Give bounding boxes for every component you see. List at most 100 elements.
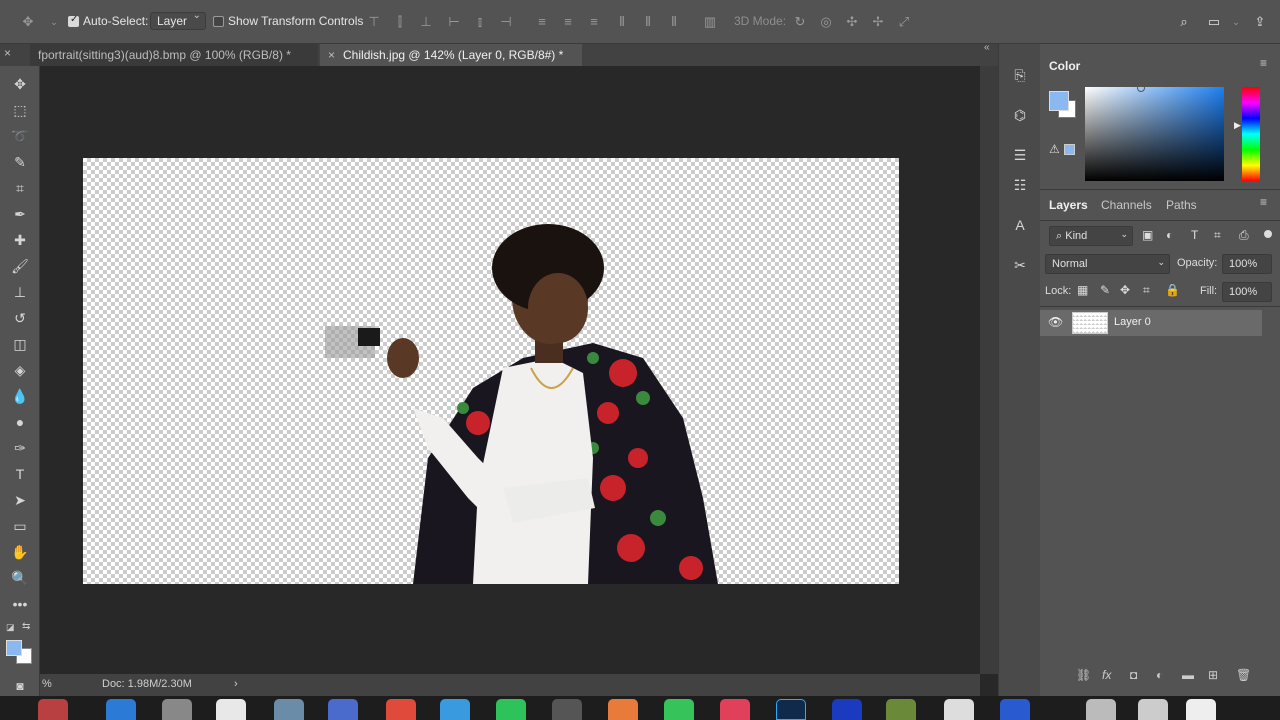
dock-app-settings-icon[interactable] [162,699,192,720]
lock-position-icon[interactable]: ✥ [1120,283,1130,297]
tab-channels[interactable]: Channels [1101,198,1152,212]
move-tool-icon[interactable]: ✥ [20,14,36,30]
new-group-icon[interactable]: ▬ [1182,668,1194,682]
align-hcenter-icon[interactable]: ⫾ [472,14,488,30]
layer-name[interactable]: Layer 0 [1114,316,1151,328]
filter-adjustment-icon[interactable]: ◐ [1166,228,1173,242]
dock-app-preview-icon[interactable] [944,699,974,720]
distribute-vcenter-icon[interactable]: ≡ [560,14,576,30]
filter-toggle-icon[interactable] [1264,230,1272,238]
dock-app-calendar-icon[interactable] [216,699,246,720]
tool-presets-icon[interactable]: ✂ [1011,256,1029,274]
new-adjustment-icon[interactable]: ◐ [1156,668,1163,682]
delete-layer-icon[interactable]: 🗑 [1236,668,1251,682]
quick-mask-icon[interactable]: ◙ [10,676,30,696]
layer-row[interactable]: 👁 Layer 0 [1040,310,1262,336]
web-safe-swatch[interactable] [1064,144,1075,155]
zoom-level[interactable]: % [42,674,52,694]
filter-type-icon[interactable]: T [1191,228,1198,242]
color-panel-title[interactable]: Color [1049,59,1080,73]
align-top-icon[interactable]: ⊤ [366,14,382,30]
3d-panel-icon[interactable]: ⌬ [1011,106,1029,124]
color-picker-cursor[interactable] [1137,84,1145,92]
distribute-top-icon[interactable]: ≡ [534,14,550,30]
align-right-icon[interactable]: ⊣ [498,14,514,30]
dock-app-spotify-icon[interactable] [496,699,526,720]
blur-tool-icon[interactable]: 💧 [10,386,30,406]
align-bottom-icon[interactable]: ⊥ [418,14,434,30]
dock-app-music-icon[interactable] [720,699,750,720]
foreground-color-swatch[interactable] [6,640,22,656]
dock-app-facetime-icon[interactable] [664,699,694,720]
auto-align-icon[interactable]: ▥ [702,14,718,30]
vertical-scrollbar[interactable] [980,66,998,674]
filter-pixel-icon[interactable]: ▣ [1142,228,1153,242]
collapse-panels-icon[interactable]: « [984,42,990,53]
hand-tool-icon[interactable]: ✋ [10,542,30,562]
show-transform-checkbox[interactable]: Show Transform Controls [213,14,363,28]
close-tab-icon[interactable]: × [4,46,11,60]
dock-app-photos-app-icon[interactable] [608,699,638,720]
tab-layers[interactable]: Layers [1049,198,1088,212]
dock-app-calculator-icon[interactable] [552,699,582,720]
dock-app-launchpad-icon[interactable] [274,699,304,720]
close-tab-icon[interactable]: × [328,48,335,62]
link-layers-icon[interactable]: ⛓ [1076,668,1091,682]
auto-select-checkbox[interactable]: Auto-Select: [68,14,148,28]
eyedropper-tool-icon[interactable]: ✒ [10,204,30,224]
lock-all-icon[interactable]: 🔒 [1165,283,1180,297]
path-select-tool-icon[interactable]: ➤ [10,490,30,510]
lock-transparent-icon[interactable]: ▦ [1077,283,1088,297]
filter-kind-select[interactable]: ⌕ Kind ⌄ [1049,226,1133,246]
character-icon[interactable]: A [1011,216,1029,234]
eraser-tool-icon[interactable]: ◫ [10,334,30,354]
3d-orbit-icon[interactable]: ↻ [792,14,808,30]
dock-app-photos-icon[interactable] [38,699,68,720]
marquee-tool-icon[interactable]: ⬚ [10,100,30,120]
distribute-left-icon[interactable]: ⦀ [614,14,630,30]
auto-select-mode-select[interactable]: Layer [150,10,207,30]
dock-app-photoshop-icon[interactable] [776,699,806,720]
history-icon[interactable]: ⎘ [1011,66,1029,84]
panel-menu-icon[interactable]: ≡ [1260,56,1267,70]
distribute-bottom-icon[interactable]: ≡ [586,14,602,30]
dock-document-icon[interactable] [1186,699,1216,720]
blend-mode-select[interactable]: Normal ⌄ [1045,254,1170,274]
lasso-tool-icon[interactable]: ➰ [10,126,30,146]
panel-menu-icon[interactable]: ≡ [1260,195,1267,209]
swap-colors-icon[interactable]: ⇆ [22,621,30,632]
properties-icon[interactable]: ☷ [1011,176,1029,194]
lock-image-icon[interactable]: ✎ [1100,283,1110,297]
visibility-eye-icon[interactable]: 👁 [1048,315,1063,329]
dock-app-chrome-icon[interactable] [386,699,416,720]
align-left-icon[interactable]: ⊢ [446,14,462,30]
hue-slider[interactable] [1242,87,1260,181]
distribute-hcenter-icon[interactable]: ⦀ [640,14,656,30]
paint-bucket-tool-icon[interactable]: ◈ [10,360,30,380]
healing-brush-tool-icon[interactable]: ✚ [10,230,30,250]
move-tool-icon[interactable]: ✥ [10,74,30,94]
tab-document-2[interactable]: × Childish.jpg @ 142% (Layer 0, RGB/8#) * [320,44,582,66]
lock-artboard-icon[interactable]: ⌗ [1143,283,1150,298]
dock-app-downloads-icon[interactable] [1000,699,1030,720]
gamut-warning-icon[interactable]: ⚠ [1049,142,1060,156]
3d-scale-icon[interactable]: ⤢ [896,14,912,30]
dock-app-game-icon[interactable] [886,699,916,720]
default-colors-icon[interactable]: ◪ [6,622,16,632]
new-layer-icon[interactable]: ⊞ [1208,668,1218,682]
color-foreground-swatch[interactable] [1049,91,1069,111]
distribute-right-icon[interactable]: ⦀ [666,14,682,30]
hue-slider-handle-icon[interactable]: ▶ [1234,120,1241,131]
3d-roll-icon[interactable]: ◎ [818,14,834,30]
more-tools-icon[interactable]: ••• [10,594,30,614]
3d-pan-icon[interactable]: ✣ [844,14,860,30]
tab-document-1[interactable]: fportrait(sitting3)(aud)8.bmp @ 100% (RG… [30,44,318,66]
document-canvas[interactable] [83,158,899,584]
adjustments-icon[interactable]: ☰ [1011,146,1029,164]
dock-folder-icon[interactable] [1086,699,1116,720]
pen-tool-icon[interactable]: ✑ [10,438,30,458]
rectangle-tool-icon[interactable]: ▭ [10,516,30,536]
dodge-tool-icon[interactable]: ● [10,412,30,432]
align-vcenter-icon[interactable]: ⫿ [392,14,408,30]
color-field[interactable] [1085,87,1224,181]
